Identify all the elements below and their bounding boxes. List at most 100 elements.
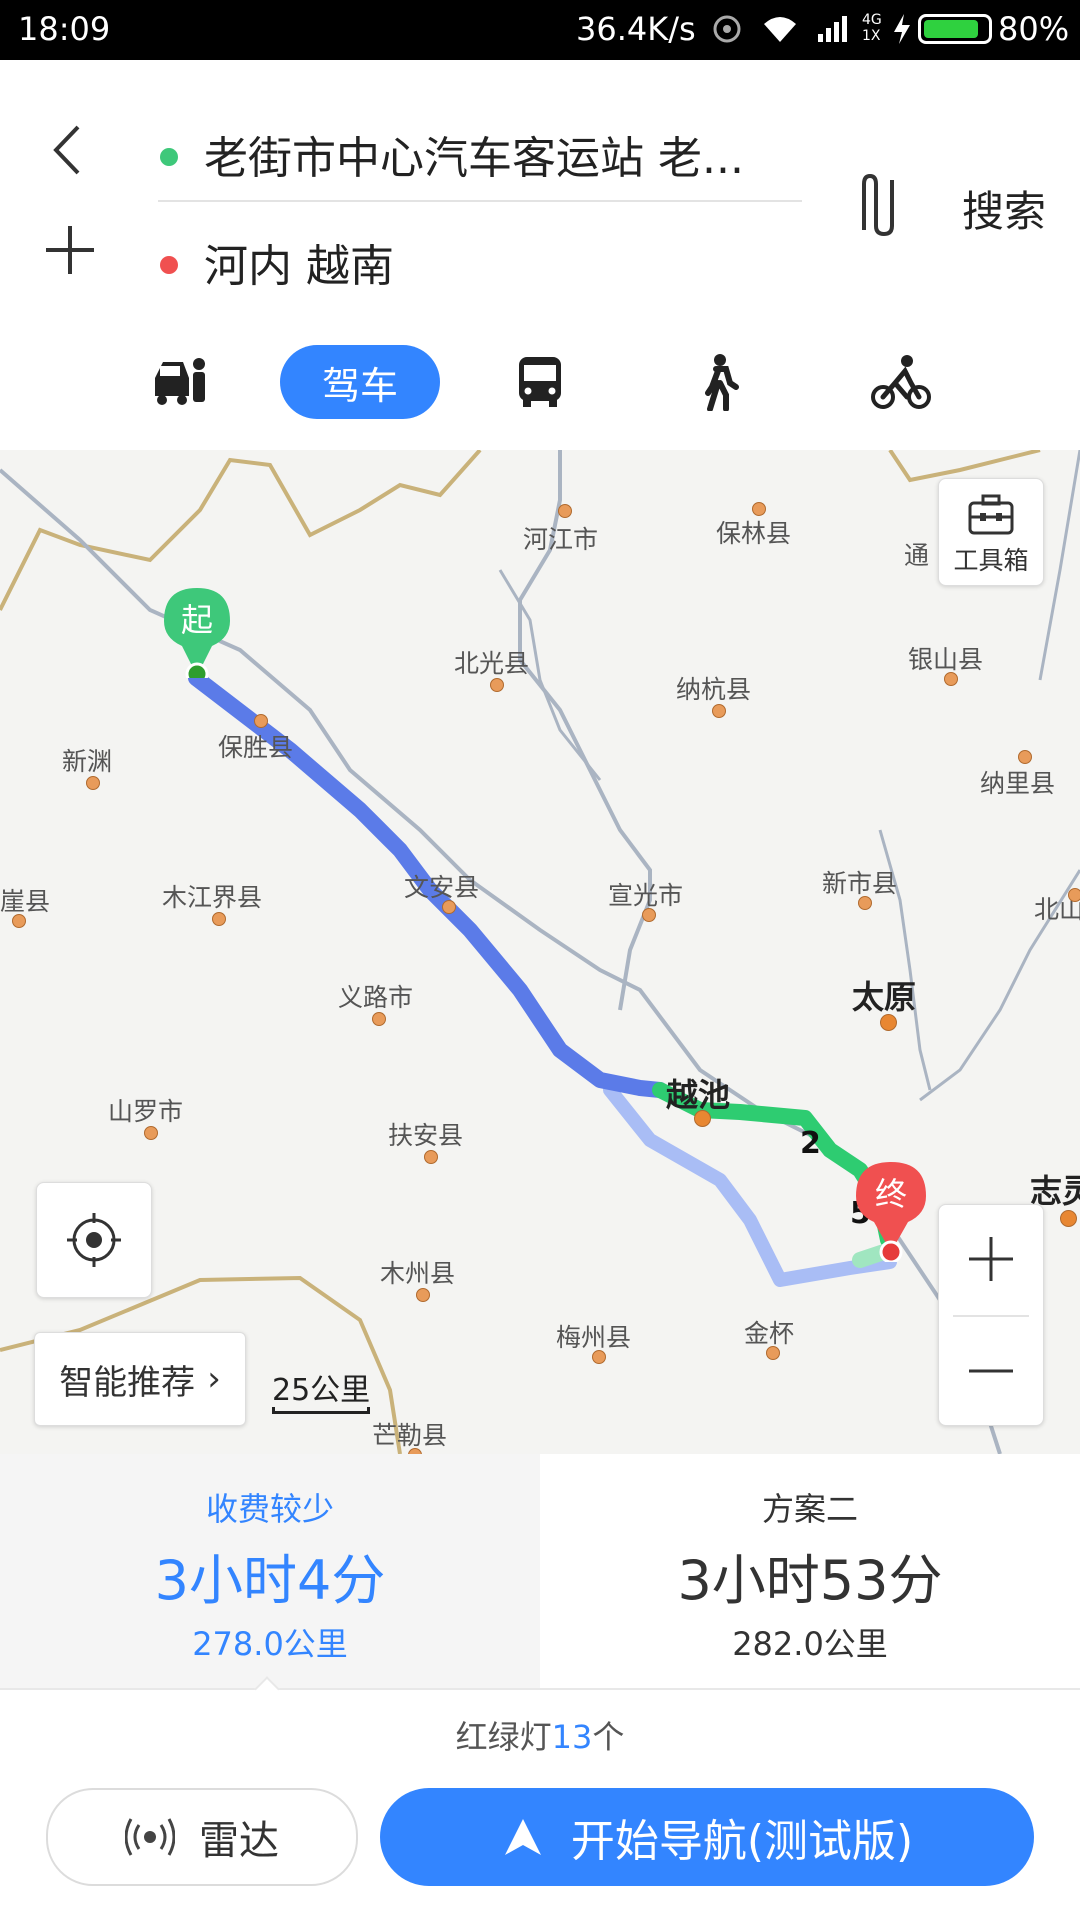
plan-option-1[interactable]: 收费较少 3小时4分 278.0公里 [0, 1454, 540, 1688]
traffic-lights-info: 红绿灯13个 [0, 1712, 1080, 1758]
place-label: 河江市 [523, 525, 599, 554]
search-button[interactable]: 搜索 [962, 178, 1046, 239]
swap-route-icon[interactable] [850, 170, 910, 240]
map-scale-bar [272, 1407, 370, 1414]
place-dot [766, 1346, 780, 1360]
locate-icon [67, 1213, 121, 1267]
place-dot [858, 896, 872, 910]
place-dot-major [694, 1110, 711, 1127]
place-label: 梅州县 [556, 1323, 632, 1352]
place-label: 通 [904, 541, 930, 570]
place-label: 保胜县 [218, 733, 294, 762]
map-base-layer [0, 450, 1080, 1454]
status-network-speed: 36.4K/s [576, 10, 696, 48]
toolbox-button[interactable]: 工具箱 [938, 478, 1044, 586]
end-pin-label: 终 [874, 1175, 907, 1213]
start-pin-label: 起 [180, 601, 213, 639]
place-label: 文安县 [404, 873, 480, 902]
end-pin[interactable]: 终 [856, 1162, 926, 1266]
radar-icon [125, 1818, 175, 1856]
start-pin[interactable]: 起 [164, 588, 230, 686]
start-location-text: 老街市中心汽车客运站 老... [204, 133, 744, 184]
taxi-icon [155, 358, 205, 405]
cell-signal-icon [818, 16, 847, 42]
route-plans-panel: 收费较少 3小时4分 278.0公里 方案二 3小时53分 282.0公里 红绿… [0, 1454, 1080, 1920]
walk-icon [705, 354, 739, 411]
place-label: 北光县 [454, 649, 530, 678]
traffic-lights-suffix: 个 [592, 1718, 625, 1756]
traffic-lights-count: 13 [551, 1718, 593, 1756]
zoom-control [938, 1204, 1044, 1426]
place-label: 山罗市 [108, 1097, 184, 1126]
navigation-arrow-icon [504, 1819, 541, 1855]
place-label: 木州县 [380, 1259, 456, 1288]
toolbox-icon [968, 494, 1014, 535]
tab-drive-label: 驾车 [321, 363, 398, 408]
end-location-text: 河内 越南 [204, 241, 394, 292]
battery-level [924, 20, 978, 38]
place-label: 纳杭县 [676, 675, 752, 704]
plan-title: 收费较少 [205, 1490, 334, 1528]
place-dot [416, 1288, 430, 1302]
place-label: 纳里县 [980, 769, 1056, 798]
tab-drive[interactable]: 驾车 [280, 345, 440, 419]
map-scale-label: 25公里 [272, 1373, 371, 1408]
place-dot [442, 900, 456, 914]
plan-divider [0, 1688, 1080, 1690]
start-location-field[interactable]: 老街市中心汽车客运站 老... [160, 122, 744, 186]
place-dot [424, 1150, 438, 1164]
plan-distance: 282.0公里 [732, 1625, 888, 1663]
place-label-major: 太原 [852, 978, 917, 1016]
traffic-lights-prefix: 红绿灯 [455, 1718, 552, 1756]
hotspot-icon [713, 15, 741, 43]
smart-recommend-button[interactable]: 智能推荐 › [34, 1332, 246, 1426]
place-dot [12, 914, 26, 928]
place-dot [1018, 750, 1032, 764]
map-scale: 25公里 [272, 1365, 371, 1414]
place-dot [212, 912, 226, 926]
start-navigation-label: 开始导航(测试版) [570, 1816, 914, 1867]
back-arrow-icon[interactable] [40, 115, 100, 185]
plan-title: 方案二 [761, 1490, 858, 1528]
place-dot [944, 672, 958, 686]
zoom-in-icon[interactable] [939, 1205, 1043, 1313]
zoom-out-icon[interactable] [939, 1317, 1043, 1425]
tab-bike[interactable] [866, 345, 936, 419]
place-dot [490, 678, 504, 692]
add-waypoint-icon[interactable] [40, 220, 100, 280]
place-label: 金杯 [744, 1319, 795, 1348]
chevron-right-icon: › [207, 1359, 221, 1399]
place-label: 宣光市 [608, 881, 684, 910]
status-bar: 18:09 36.4K/s 4G 1X 80% [0, 0, 1080, 60]
map-view[interactable]: 河江市 保林县 通 北光县 纳杭县 银山县 新渊 保胜县 纳里县 崖县 木江界县… [0, 450, 1080, 1454]
place-label: 扶安县 [388, 1121, 464, 1150]
place-dot [254, 714, 268, 728]
bike-icon [871, 355, 931, 409]
radar-button[interactable]: 雷达 [46, 1788, 358, 1886]
place-label: 义路市 [338, 983, 414, 1012]
plan-option-2[interactable]: 方案二 3小时53分 282.0公里 [540, 1454, 1080, 1688]
plan-distance: 278.0公里 [192, 1625, 348, 1663]
toolbox-label: 工具箱 [953, 546, 1029, 575]
tab-taxi[interactable] [146, 345, 216, 419]
place-label: 崖县 [0, 887, 51, 916]
route-divider [158, 200, 802, 202]
place-label: 芒勒县 [372, 1421, 448, 1450]
place-dot [558, 504, 572, 518]
place-label-major: 越池 [666, 1076, 731, 1114]
tab-bus[interactable] [508, 345, 572, 419]
radar-label: 雷达 [199, 1818, 279, 1864]
start-navigation-button[interactable]: 开始导航(测试版) [380, 1788, 1034, 1886]
place-dot [86, 776, 100, 790]
route-segment-marker: 2 [800, 1126, 821, 1161]
locate-button[interactable] [36, 1182, 152, 1298]
place-dot-major [880, 1014, 897, 1031]
place-label: 银山县 [908, 645, 984, 674]
status-time: 18:09 [18, 10, 111, 48]
start-dot-icon [160, 148, 178, 166]
charging-icon [894, 14, 910, 44]
bus-icon [519, 357, 561, 407]
end-location-field[interactable]: 河内 越南 [160, 230, 394, 294]
route-header: 老街市中心汽车客运站 老... 河内 越南 搜索 驾车 [0, 60, 1080, 450]
tab-walk[interactable] [690, 345, 746, 419]
